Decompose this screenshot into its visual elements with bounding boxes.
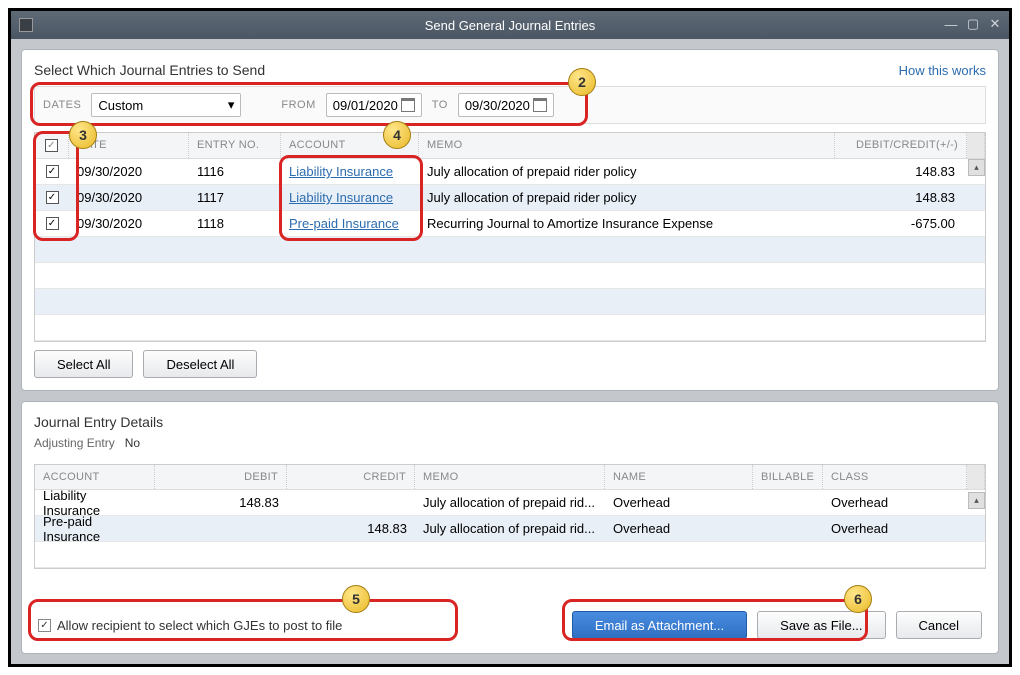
row-entry: 1117	[189, 190, 281, 205]
from-date-input[interactable]: 09/01/2020	[326, 93, 422, 117]
header-checkbox[interactable]: ✓	[45, 139, 58, 152]
panel-title: Select Which Journal Entries to Send	[34, 62, 265, 78]
adjusting-label: Adjusting Entry	[34, 436, 115, 450]
drow-debit: 148.83	[155, 495, 287, 510]
dcol-credit[interactable]: CREDIT	[287, 465, 415, 489]
account-link[interactable]: Liability Insurance	[289, 164, 393, 179]
to-label: TO	[432, 99, 448, 111]
col-memo[interactable]: MEMO	[419, 133, 835, 158]
dcol-debit[interactable]: DEBIT	[155, 465, 287, 489]
allow-recipient-checkbox[interactable]: ✓	[38, 619, 51, 632]
row-checkbox[interactable]: ✓	[46, 191, 59, 204]
cancel-button[interactable]: Cancel	[896, 611, 982, 639]
minimize-icon[interactable]: —	[941, 15, 961, 33]
save-file-button[interactable]: Save as File...	[757, 611, 885, 639]
row-checkbox[interactable]: ✓	[46, 165, 59, 178]
to-date-value: 09/30/2020	[465, 98, 530, 113]
empty-row	[35, 237, 985, 263]
send-entries-panel: Select Which Journal Entries to Send How…	[21, 49, 999, 391]
email-attachment-button[interactable]: Email as Attachment...	[572, 611, 747, 639]
drow-account: Pre-paid Insurance	[35, 514, 155, 544]
dates-label: DATES	[43, 99, 81, 111]
drow-credit: 148.83	[287, 521, 415, 536]
scroll-up-icon[interactable]: ▴	[968, 159, 985, 176]
to-date-input[interactable]: 09/30/2020	[458, 93, 554, 117]
drow-memo: July allocation of prepaid rid...	[415, 521, 605, 536]
empty-row	[35, 289, 985, 315]
details-title: Journal Entry Details	[34, 414, 986, 430]
deselect-all-button[interactable]: Deselect All	[143, 350, 257, 378]
row-date: 09/30/2020	[69, 216, 189, 231]
row-dc: 148.83	[835, 164, 967, 179]
entry-row[interactable]: ✓ 09/30/2020 1117 Liability Insurance Ju…	[35, 185, 985, 211]
empty-row	[35, 315, 985, 341]
app-icon	[19, 18, 33, 32]
allow-recipient-label: Allow recipient to select which GJEs to …	[57, 618, 342, 633]
drow-memo: July allocation of prepaid rid...	[415, 495, 605, 510]
account-link[interactable]: Pre-paid Insurance	[289, 216, 399, 231]
row-memo: Recurring Journal to Amortize Insurance …	[419, 216, 835, 231]
row-date: 09/30/2020	[69, 164, 189, 179]
scroll-up-icon[interactable]: ▴	[968, 492, 985, 509]
from-date-value: 09/01/2020	[333, 98, 398, 113]
row-dc: -675.00	[835, 216, 967, 231]
help-link[interactable]: How this works	[899, 63, 986, 78]
detail-row[interactable]: Pre-paid Insurance 148.83 July allocatio…	[35, 516, 985, 542]
empty-row	[35, 542, 985, 568]
dcol-billable[interactable]: BILLABLE	[753, 465, 823, 489]
row-entry: 1116	[189, 164, 281, 179]
calendar-icon[interactable]	[533, 98, 547, 112]
empty-row	[35, 263, 985, 289]
callout-4: 4	[383, 121, 411, 149]
col-debit-credit[interactable]: DEBIT/CREDIT(+/-)	[835, 133, 967, 158]
date-filter-row: DATES Custom ▾ FROM 09/01/2020 TO 09/30/…	[34, 86, 986, 124]
callout-6: 6	[844, 585, 872, 613]
dcol-name[interactable]: NAME	[605, 465, 753, 489]
drow-class: Overhead	[823, 495, 967, 510]
maximize-icon[interactable]: ▢	[963, 15, 983, 33]
chevron-down-icon: ▾	[228, 97, 235, 113]
callout-3: 3	[69, 121, 97, 149]
close-icon[interactable]: ✕	[985, 15, 1005, 33]
entries-grid: ✓ DATE ENTRY NO. ACCOUNT MEMO DEBIT/CRED…	[34, 132, 986, 342]
details-grid: ACCOUNT DEBIT CREDIT MEMO NAME BILLABLE …	[34, 464, 986, 569]
drow-class: Overhead	[823, 521, 967, 536]
dcol-class[interactable]: CLASS	[823, 465, 967, 489]
select-all-button[interactable]: Select All	[34, 350, 133, 378]
row-date: 09/30/2020	[69, 190, 189, 205]
from-label: FROM	[281, 99, 315, 111]
entry-row[interactable]: ✓ 09/30/2020 1116 Liability Insurance Ju…	[35, 159, 985, 185]
row-memo: July allocation of prepaid rider policy	[419, 164, 835, 179]
entry-row[interactable]: ✓ 09/30/2020 1118 Pre-paid Insurance Rec…	[35, 211, 985, 237]
adjusting-value: No	[125, 436, 140, 450]
account-link[interactable]: Liability Insurance	[289, 190, 393, 205]
row-checkbox[interactable]: ✓	[46, 217, 59, 230]
col-entry[interactable]: ENTRY NO.	[189, 133, 281, 158]
callout-2: 2	[568, 68, 596, 96]
row-entry: 1118	[189, 216, 281, 231]
entries-grid-header: ✓ DATE ENTRY NO. ACCOUNT MEMO DEBIT/CRED…	[35, 133, 985, 159]
date-range-dropdown[interactable]: Custom ▾	[91, 93, 241, 117]
dcol-memo[interactable]: MEMO	[415, 465, 605, 489]
details-panel: Journal Entry Details Adjusting Entry No…	[21, 401, 999, 654]
dcol-account[interactable]: ACCOUNT	[35, 465, 155, 489]
date-range-value: Custom	[98, 98, 143, 113]
titlebar: Send General Journal Entries — ▢ ✕	[11, 11, 1009, 39]
row-memo: July allocation of prepaid rider policy	[419, 190, 835, 205]
drow-name: Overhead	[605, 521, 753, 536]
row-dc: 148.83	[835, 190, 967, 205]
callout-5: 5	[342, 585, 370, 613]
detail-row[interactable]: Liability Insurance 148.83 July allocati…	[35, 490, 985, 516]
window-title: Send General Journal Entries	[425, 18, 596, 33]
calendar-icon[interactable]	[401, 98, 415, 112]
drow-name: Overhead	[605, 495, 753, 510]
app-window: Send General Journal Entries — ▢ ✕ Selec…	[8, 8, 1012, 667]
